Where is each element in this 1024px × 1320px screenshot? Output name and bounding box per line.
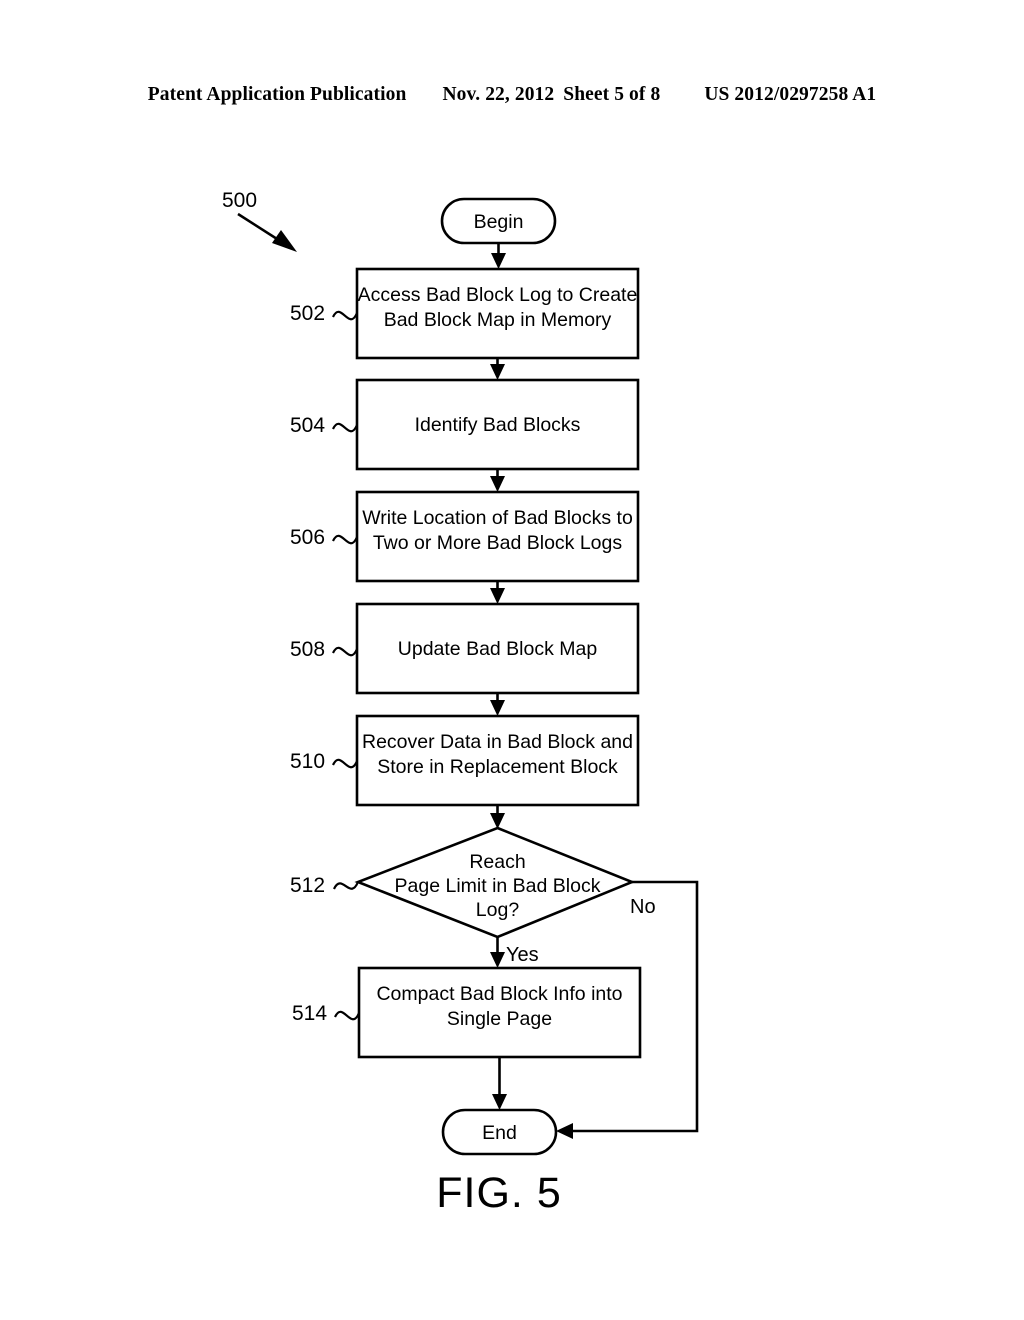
process-box-514-line-2: Single Page bbox=[447, 1008, 552, 1030]
reference-leader-502 bbox=[332, 310, 359, 321]
process-box-514-line-1: Compact Bad Block Info into bbox=[376, 983, 622, 1005]
reference-leader-514 bbox=[334, 1010, 361, 1021]
process-box-502-line-1: Access Bad Block Log to Create bbox=[358, 284, 638, 306]
connector-506-to-508 bbox=[490, 581, 505, 604]
diagram-reference-arrow bbox=[237, 212, 297, 252]
process-box-502-line-2: Bad Block Map in Memory bbox=[384, 309, 612, 331]
process-box-506-line-2: Two or More Bad Block Logs bbox=[373, 532, 623, 554]
reference-leader-512 bbox=[333, 881, 360, 890]
connector-502-to-504 bbox=[490, 358, 505, 380]
connector-512-yes-to-514 bbox=[490, 937, 505, 968]
reference-leader-510 bbox=[332, 758, 359, 769]
connector-begin-to-502 bbox=[491, 243, 506, 269]
reference-label-512: 512 bbox=[290, 874, 325, 897]
reference-leader-506 bbox=[332, 534, 359, 545]
reference-label-502: 502 bbox=[290, 302, 325, 325]
connector-508-to-510 bbox=[490, 693, 505, 716]
reference-label-506: 506 bbox=[290, 526, 325, 549]
reference-label-508: 508 bbox=[290, 638, 325, 661]
terminal-begin-label: Begin bbox=[474, 211, 524, 233]
branch-label-yes: Yes bbox=[506, 944, 539, 966]
process-box-510-line-1: Recover Data in Bad Block and bbox=[362, 731, 633, 753]
decision-diamond-512-line-3: Log? bbox=[476, 899, 520, 921]
terminal-end-label: End bbox=[482, 1122, 517, 1144]
reference-label-514: 514 bbox=[292, 1002, 327, 1025]
figure-caption: FIG. 5 bbox=[436, 1169, 561, 1217]
reference-label-510: 510 bbox=[290, 750, 325, 773]
reference-label-504: 504 bbox=[290, 414, 325, 437]
flowchart-figure: 500 Begin Access Bad Block Log to Create… bbox=[0, 0, 1024, 1320]
decision-diamond-512-line-2: Page Limit in Bad Block bbox=[395, 875, 601, 897]
reference-leader-508 bbox=[332, 646, 359, 657]
diagram-reference-label: 500 bbox=[222, 189, 257, 212]
connector-510-to-512 bbox=[490, 805, 505, 829]
branch-label-no: No bbox=[630, 896, 656, 918]
reference-leader-504 bbox=[332, 422, 359, 433]
process-box-508-line-1: Update Bad Block Map bbox=[398, 638, 598, 660]
connector-514-to-end bbox=[492, 1057, 507, 1110]
process-box-510-line-2: Store in Replacement Block bbox=[377, 756, 618, 778]
decision-diamond-512-line-1: Reach bbox=[469, 851, 525, 873]
process-box-506-line-1: Write Location of Bad Blocks to bbox=[362, 507, 633, 529]
connector-504-to-506 bbox=[490, 469, 505, 492]
process-box-504-line-1: Identify Bad Blocks bbox=[415, 414, 581, 436]
